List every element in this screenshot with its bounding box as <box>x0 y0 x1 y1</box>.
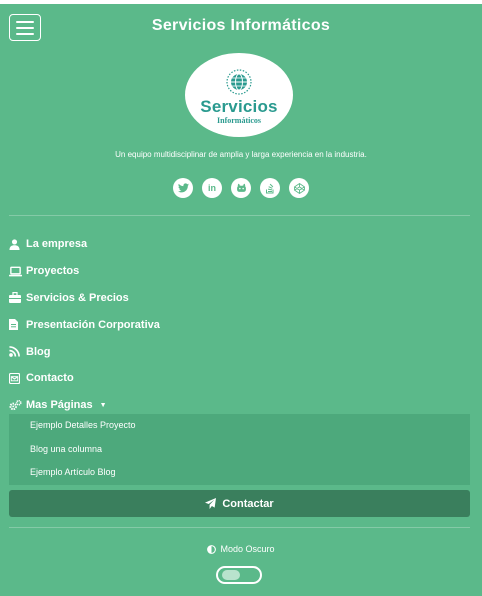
tagline: Un equipo multidisciplinar de amplia y l… <box>115 150 367 159</box>
profile-logo: Servicios Informáticos <box>185 53 293 137</box>
paper-plane-icon <box>205 498 217 509</box>
github-icon[interactable] <box>231 178 251 198</box>
cogs-icon <box>9 399 26 411</box>
nav-item-la-empresa[interactable]: La empresa <box>9 231 160 258</box>
social-links: in <box>0 178 482 198</box>
blog-icon <box>9 346 26 357</box>
top-strip <box>0 0 482 4</box>
dark-mode-label: Modo Oscuro <box>220 544 275 554</box>
nav-item-presentacion[interactable]: Presentación Corporativa <box>9 311 160 338</box>
nav-item-label: Mas Páginas <box>26 399 93 412</box>
twitter-icon[interactable] <box>173 178 193 198</box>
globe-icon <box>226 69 252 95</box>
logo-line1: Servicios <box>200 97 278 116</box>
divider <box>9 215 470 216</box>
submenu-item-detalles-proyecto[interactable]: Ejemplo Detalles Proyecto <box>30 420 136 430</box>
site-title[interactable]: Servicios Informáticos <box>0 17 482 35</box>
nav-item-proyectos[interactable]: Proyectos <box>9 258 160 285</box>
envelope-icon <box>9 372 26 384</box>
codepen-icon[interactable] <box>289 178 309 198</box>
nav-item-label: Contacto <box>26 372 74 385</box>
nav-item-label: Presentación Corporativa <box>26 318 160 331</box>
file-icon <box>9 319 26 331</box>
submenu-item-blog-una-columna[interactable]: Blog una columna <box>30 444 102 454</box>
nav-item-label: Proyectos <box>26 265 80 278</box>
dark-mode-label-row: Modo Oscuro <box>0 544 482 554</box>
logo-line2: Informáticos <box>217 116 261 125</box>
nav-item-contacto[interactable]: Contacto <box>9 365 160 392</box>
dark-mode-toggle[interactable] <box>216 566 262 584</box>
toggle-knob <box>222 570 240 580</box>
nav-item-servicios-precios[interactable]: Servicios & Precios <box>9 285 160 312</box>
stackoverflow-icon[interactable] <box>260 178 280 198</box>
caret-down-icon: ▼ <box>99 401 107 409</box>
sidebar-nav: La empresa Proyectos Servicios & Precios… <box>9 231 160 419</box>
submenu: Ejemplo Detalles Proyecto Blog una colum… <box>9 414 470 485</box>
contact-button-label: Contactar <box>222 497 274 510</box>
divider <box>9 527 470 528</box>
nav-item-blog[interactable]: Blog <box>9 338 160 365</box>
contact-button[interactable]: Contactar <box>9 490 470 517</box>
nav-item-label: Blog <box>26 345 51 358</box>
nav-item-label: La empresa <box>26 238 88 251</box>
nav-item-label: Servicios & Precios <box>26 291 129 304</box>
submenu-item-articulo-blog[interactable]: Ejemplo Artículo Blog <box>30 467 116 477</box>
user-icon <box>9 239 26 250</box>
laptop-icon <box>9 266 26 277</box>
linkedin-icon[interactable]: in <box>202 178 222 198</box>
briefcase-icon <box>9 292 26 304</box>
half-circle-icon <box>207 544 217 554</box>
